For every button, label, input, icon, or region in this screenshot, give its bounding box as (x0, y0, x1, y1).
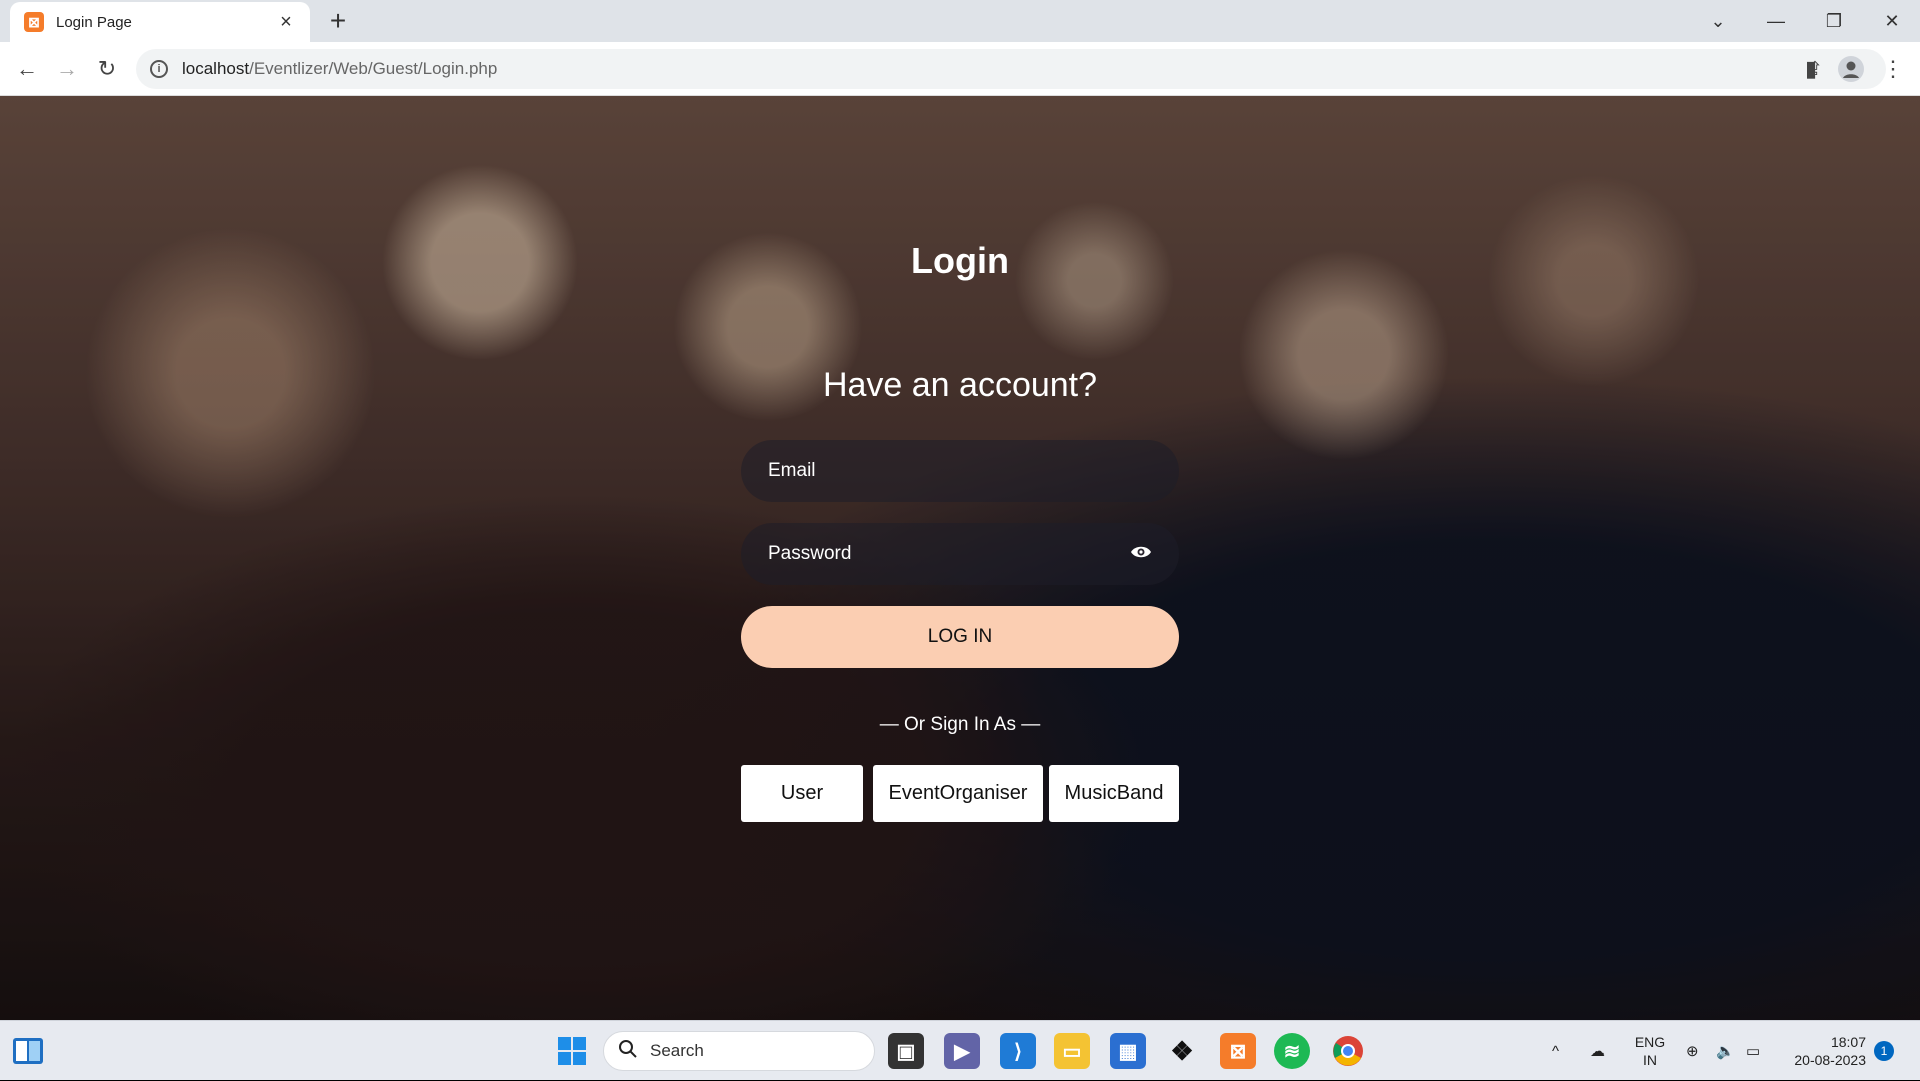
eye-icon[interactable] (1130, 545, 1152, 564)
vscode-icon[interactable]: ⟩ (1000, 1033, 1036, 1069)
windows-taskbar: Search ▣ ▶ ⟩ ▭ ▦ ❖ ⊠ ≋ ^ ☁ ENG IN ⊕ 🔈 ▭ … (0, 1020, 1920, 1080)
login-page-background: Login Have an account? Email Password LO… (0, 96, 1920, 1020)
browser-tab[interactable]: ⊠ Login Page × (10, 2, 310, 42)
task-view-icon[interactable]: ▣ (888, 1033, 924, 1069)
search-icon (618, 1039, 638, 1064)
show-hidden-icons-chevron-icon[interactable]: ^ (1552, 1021, 1559, 1081)
password-field[interactable]: Password (741, 523, 1179, 585)
back-icon[interactable]: ← (10, 52, 44, 86)
new-tab-button[interactable]: + (323, 6, 353, 36)
xampp-favicon-icon: ⊠ (24, 12, 44, 32)
clock-time: 18:07 (1830, 1034, 1866, 1050)
microsoft-store-icon[interactable]: ▦ (1110, 1033, 1146, 1069)
url-text[interactable]: localhost/Eventlizer/Web/Guest/Login.php (182, 59, 1796, 79)
notification-badge[interactable]: 1 (1874, 1041, 1894, 1061)
file-explorer-icon[interactable]: ▭ (1054, 1033, 1090, 1069)
side-panel-icon[interactable]: ▮ (1794, 52, 1828, 86)
email-field[interactable]: Email (741, 440, 1179, 502)
close-window-icon[interactable]: ✕ (1864, 0, 1920, 42)
email-placeholder: Email (768, 460, 816, 481)
language-indicator[interactable]: ENG IN (1630, 1033, 1670, 1069)
browser-tab-bar: ⊠ Login Page × + ⌄ — ❐ ✕ (0, 0, 1920, 42)
widgets-icon[interactable] (10, 1033, 46, 1069)
spotify-icon[interactable]: ≋ (1274, 1033, 1310, 1069)
forward-icon[interactable]: → (50, 52, 84, 86)
sign-in-as-user-button[interactable]: User (741, 765, 863, 822)
profile-avatar-icon[interactable] (1834, 52, 1868, 86)
lang-top: ENG (1634, 1034, 1666, 1050)
login-button[interactable]: LOG IN (741, 606, 1179, 668)
address-bar[interactable]: i localhost/Eventlizer/Web/Guest/Login.p… (136, 49, 1886, 89)
or-sign-in-as-label: — Or Sign In As — (879, 714, 1041, 735)
site-info-icon[interactable]: i (150, 60, 168, 78)
browser-menu-icon[interactable]: ⋮ (1876, 52, 1910, 86)
battery-icon[interactable]: ▭ (1746, 1021, 1760, 1081)
reload-icon[interactable]: ↻ (90, 52, 124, 86)
onedrive-cloud-icon[interactable]: ☁ (1590, 1021, 1605, 1081)
url-path: /Eventlizer/Web/Guest/Login.php (249, 59, 498, 78)
system-clock[interactable]: 18:07 20-08-2023 (1776, 1033, 1866, 1069)
volume-icon[interactable]: 🔈 (1716, 1021, 1735, 1081)
url-host: localhost (182, 59, 250, 78)
have-account-heading: Have an account? (822, 366, 1098, 404)
chrome-icon[interactable] (1330, 1033, 1366, 1069)
sign-in-as-eventorganiser-button[interactable]: EventOrganiser (873, 765, 1043, 822)
password-placeholder: Password (768, 543, 852, 564)
restore-icon[interactable]: ❐ (1806, 0, 1862, 42)
tab-close-icon[interactable]: × (276, 11, 296, 34)
page-title: Login (911, 240, 1009, 281)
tab-title: Login Page (56, 13, 132, 31)
teams-chat-icon[interactable]: ▶ (944, 1033, 980, 1069)
windows-start-icon[interactable] (554, 1033, 590, 1069)
sign-in-as-musicband-button[interactable]: MusicBand (1049, 765, 1179, 822)
tab-search-chevron-icon[interactable]: ⌄ (1690, 0, 1746, 42)
xampp-icon[interactable]: ⊠ (1220, 1033, 1256, 1069)
taskbar-search-label: Search (650, 1041, 704, 1060)
dropbox-icon[interactable]: ❖ (1164, 1033, 1200, 1069)
minimize-icon[interactable]: — (1748, 0, 1804, 42)
network-globe-icon[interactable]: ⊕ (1686, 1021, 1699, 1081)
browser-toolbar: ← → ↻ i localhost/Eventlizer/Web/Guest/L… (0, 42, 1920, 96)
taskbar-search-box[interactable]: Search (603, 1031, 875, 1071)
clock-date: 20-08-2023 (1794, 1052, 1866, 1068)
lang-bottom: IN (1643, 1052, 1657, 1068)
